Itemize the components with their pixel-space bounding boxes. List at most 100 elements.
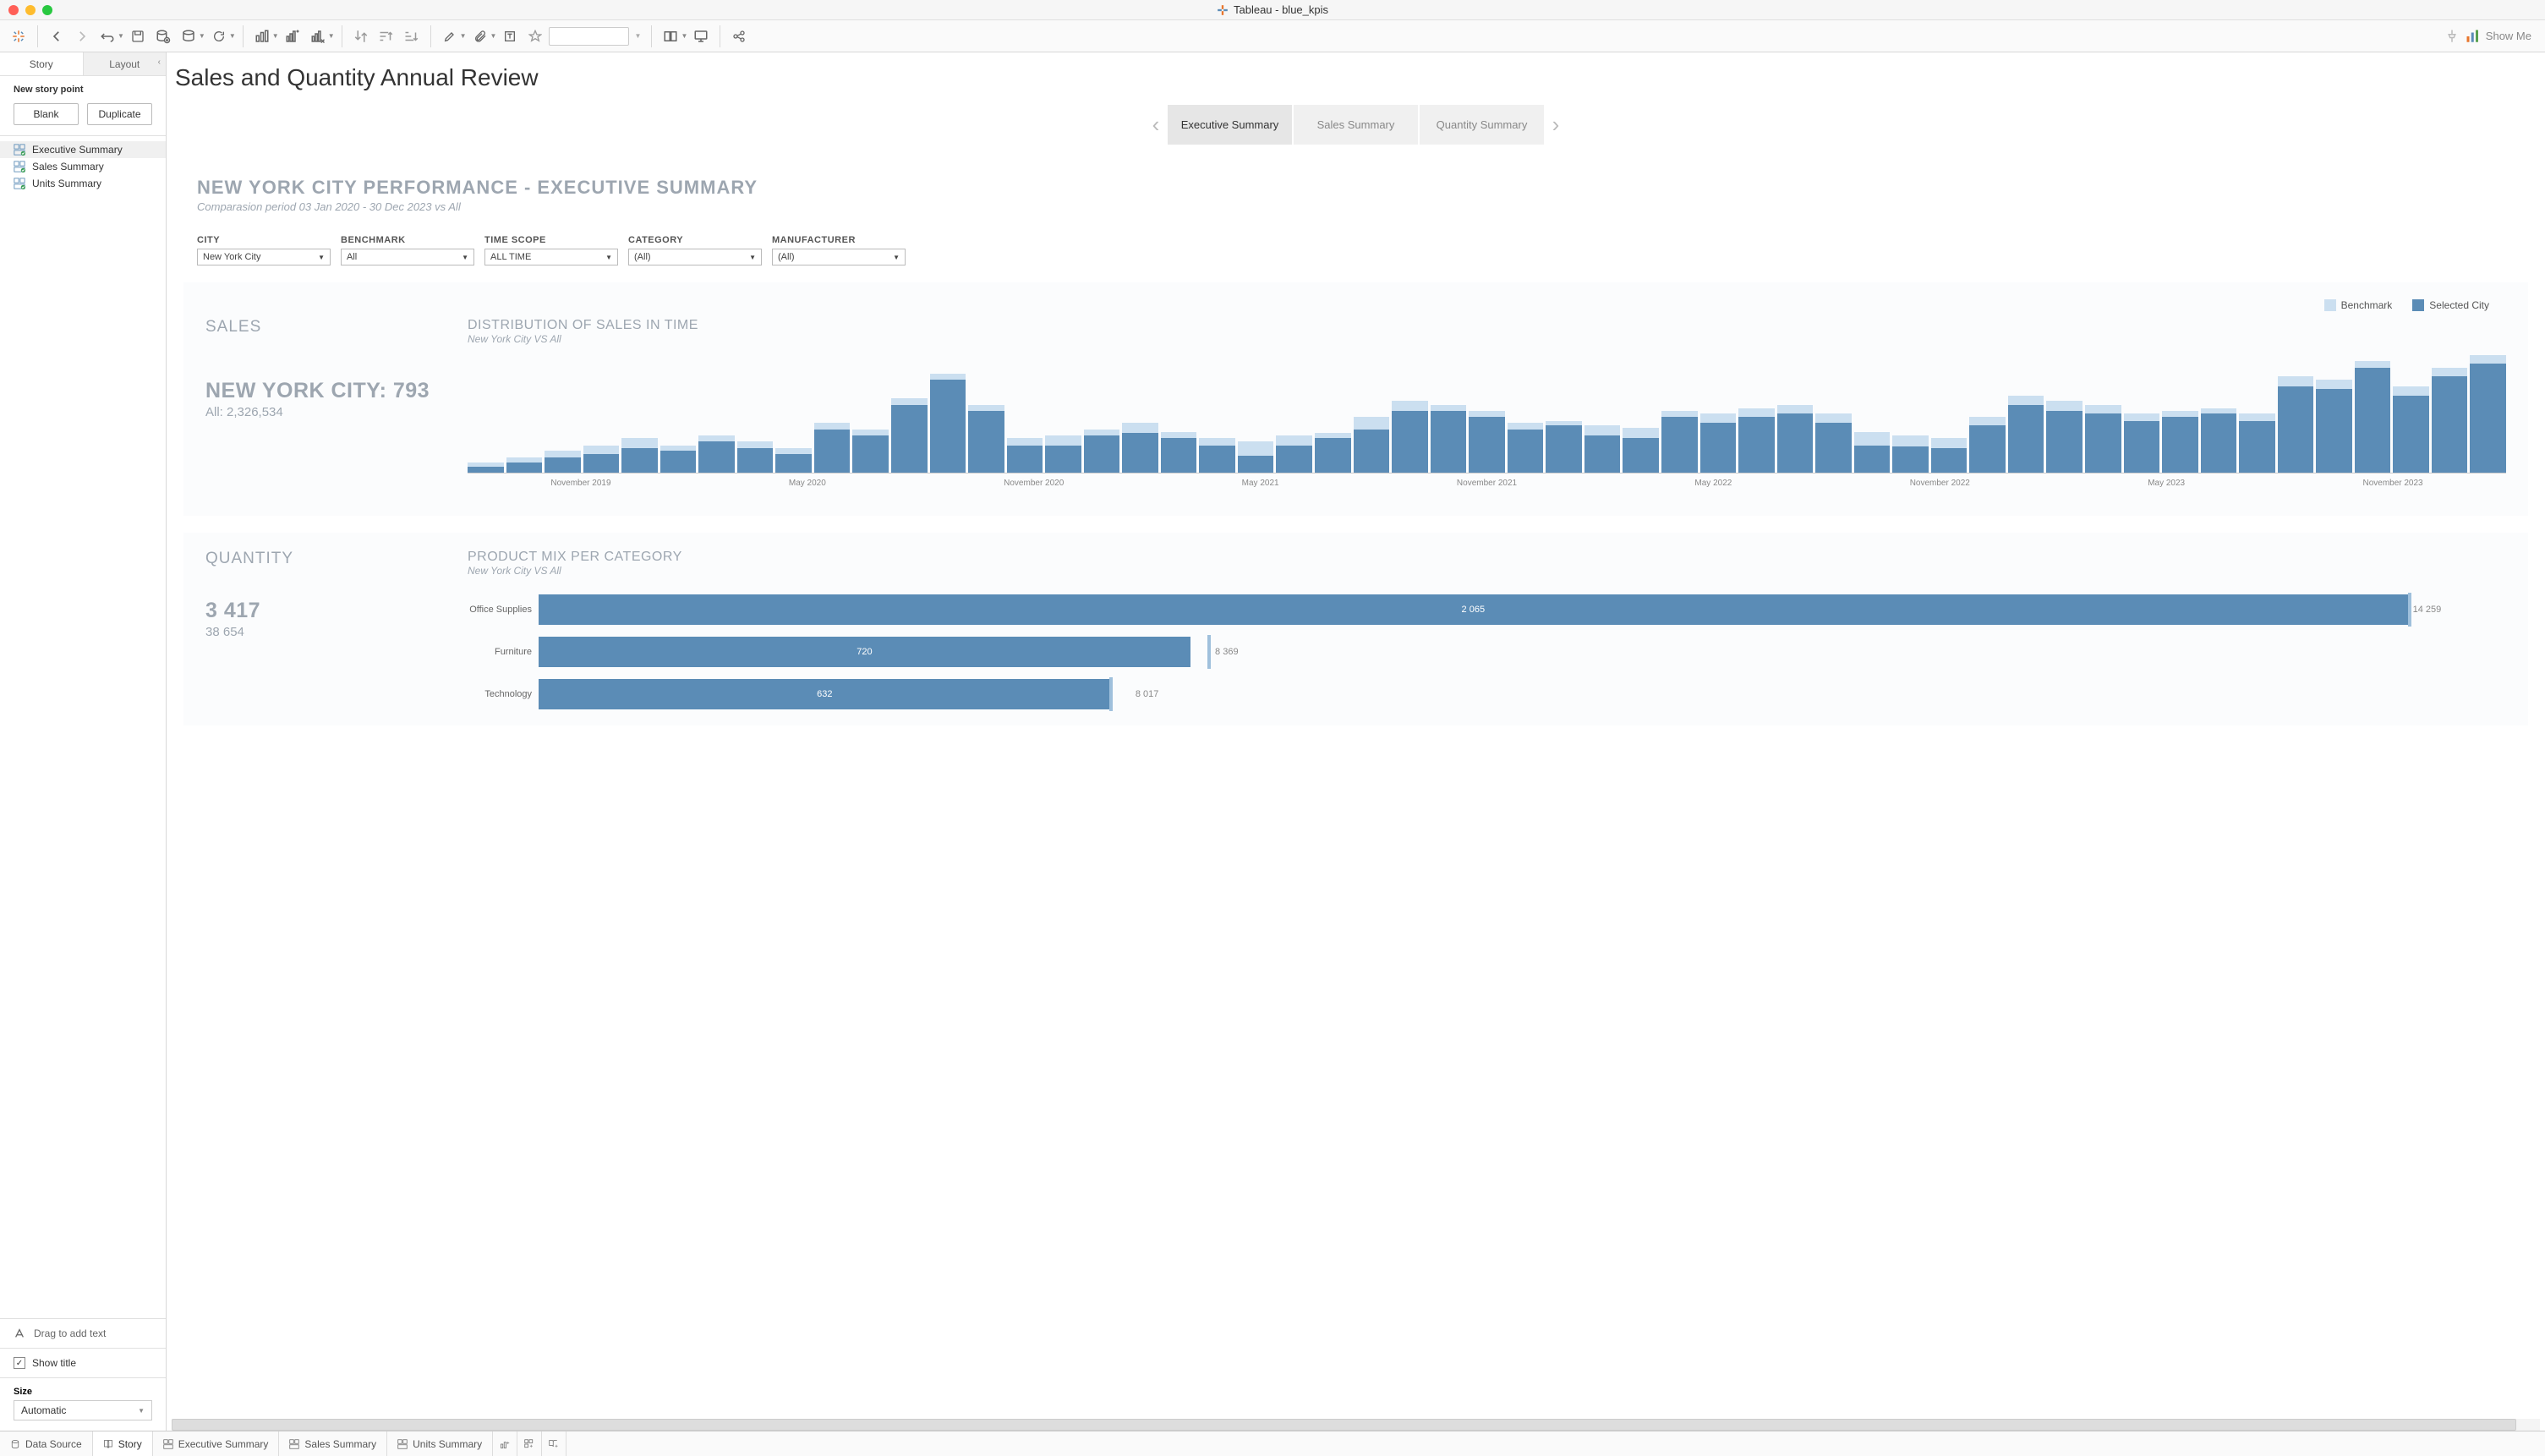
back-button[interactable] <box>45 25 68 48</box>
refresh-button[interactable] <box>207 25 231 48</box>
time-filter-label: TIME SCOPE <box>484 235 618 245</box>
main-toolbar: ▼ ▼ ▼ ▼ ▼ ▼ ▼ ▼ ▼ Show Me <box>0 20 2545 52</box>
size-select[interactable]: Automatic ▼ <box>14 1400 152 1420</box>
toolbar-search-input[interactable] <box>549 27 629 46</box>
sidebar-item-label: Executive Summary <box>32 144 123 156</box>
benchmark-filter-select[interactable]: All▼ <box>341 249 474 265</box>
bookmark-button[interactable] <box>523 25 547 48</box>
attach-button[interactable] <box>468 25 492 48</box>
search-caret[interactable]: ▼ <box>631 25 644 48</box>
sales-tab-label: Sales Summary <box>304 1438 376 1450</box>
story-icon <box>103 1439 113 1449</box>
close-window-button[interactable] <box>8 5 19 15</box>
collapse-panel-icon[interactable]: ‹ <box>158 57 161 67</box>
story-title[interactable]: Sales and Quantity Annual Review <box>167 52 2545 100</box>
story-point-sales[interactable]: Sales Summary <box>1294 105 1418 145</box>
layout-tab[interactable]: Layout <box>84 52 167 75</box>
story-sheet-tab[interactable]: Story <box>93 1431 153 1456</box>
size-label: Size <box>0 1378 166 1400</box>
undo-dropdown-caret[interactable]: ▼ <box>118 32 124 40</box>
dashboard-scroll[interactable]: NEW YORK CITY PERFORMANCE - EXECUTIVE SU… <box>167 161 2545 1419</box>
pause-data-button[interactable] <box>177 25 200 48</box>
drag-to-add-text[interactable]: Drag to add text <box>0 1318 166 1349</box>
share-button[interactable] <box>727 25 751 48</box>
new-data-button[interactable] <box>151 25 175 48</box>
exec-tab-label: Executive Summary <box>178 1438 269 1450</box>
sidebar-item-sales-summary[interactable]: Sales Summary <box>0 158 166 175</box>
new-worksheet-button[interactable] <box>250 25 274 48</box>
pause-data-caret[interactable]: ▼ <box>199 32 205 40</box>
window-title: Tableau - blue_kpis <box>1234 3 1328 16</box>
legend-benchmark[interactable]: Benchmark <box>2324 299 2393 311</box>
presentation-mode-button[interactable] <box>689 25 713 48</box>
legend-selected-city[interactable]: Selected City <box>2412 299 2489 311</box>
sidebar-item-units-summary[interactable]: Units Summary <box>0 175 166 192</box>
horizontal-scrollbar[interactable] <box>172 1419 2540 1431</box>
qty-kpi-title: QUANTITY <box>205 550 442 568</box>
text-icon <box>14 1327 25 1339</box>
clear-sheet-caret[interactable]: ▼ <box>328 32 335 40</box>
new-worksheet-caret[interactable]: ▼ <box>272 32 279 40</box>
show-me-button[interactable]: Show Me <box>2466 29 2538 44</box>
sort-asc-button[interactable] <box>375 25 398 48</box>
size-value: Automatic <box>21 1404 66 1416</box>
exec-summary-tab[interactable]: Executive Summary <box>153 1431 280 1456</box>
units-tab-label: Units Summary <box>413 1438 482 1450</box>
text-button[interactable] <box>498 25 522 48</box>
units-summary-tab[interactable]: Units Summary <box>387 1431 493 1456</box>
minimize-window-button[interactable] <box>25 5 36 15</box>
category-filter-value: (All) <box>634 252 651 262</box>
highlight-button[interactable] <box>438 25 462 48</box>
duplicate-sheet-button[interactable] <box>281 25 304 48</box>
zoom-window-button[interactable] <box>42 5 52 15</box>
new-dashboard-icon <box>524 1439 534 1449</box>
category-filter-select[interactable]: (All)▼ <box>628 249 762 265</box>
save-button[interactable] <box>126 25 150 48</box>
manufacturer-filter-select[interactable]: (All)▼ <box>772 249 906 265</box>
show-title-checkbox[interactable]: ✓ <box>14 1357 25 1369</box>
dashboard-icon <box>14 178 25 189</box>
new-dashboard-tab[interactable] <box>517 1431 542 1456</box>
story-point-quantity[interactable]: Quantity Summary <box>1420 105 1544 145</box>
dashboard-icon <box>163 1439 173 1449</box>
attach-caret[interactable]: ▼ <box>490 32 497 40</box>
sales-time-chart[interactable]: November 2019May 2020November 2020May 20… <box>468 355 2506 499</box>
swap-button[interactable] <box>349 25 373 48</box>
duplicate-button[interactable]: Duplicate <box>87 103 152 125</box>
new-story-point-label: New story point <box>0 76 166 103</box>
refresh-caret[interactable]: ▼ <box>229 32 236 40</box>
sales-kpi-sub: All: 2,326,534 <box>205 405 442 419</box>
tableau-app-icon <box>1217 4 1229 16</box>
new-story-tab[interactable] <box>542 1431 566 1456</box>
story-prev-button[interactable]: ‹ <box>1146 112 1166 138</box>
tableau-logo-icon[interactable] <box>7 25 30 48</box>
story-point-executive[interactable]: Executive Summary <box>1168 105 1292 145</box>
quantity-section: QUANTITY 3 417 38 654 PRODUCT MIX PER CA… <box>183 533 2528 725</box>
forward-button[interactable] <box>70 25 94 48</box>
clear-sheet-button[interactable] <box>306 25 330 48</box>
dashboard-icon <box>397 1439 408 1449</box>
dashboard-heading: NEW YORK CITY PERFORMANCE - EXECUTIVE SU… <box>197 177 2515 199</box>
story-tab[interactable]: Story <box>0 52 84 75</box>
story-tab-label: Story <box>118 1438 142 1450</box>
fit-button[interactable] <box>659 25 682 48</box>
city-filter-select[interactable]: New York City▼ <box>197 249 331 265</box>
blank-button[interactable]: Blank <box>14 103 79 125</box>
category-filter-label: CATEGORY <box>628 235 762 245</box>
story-next-button[interactable]: › <box>1546 112 1566 138</box>
data-source-tab[interactable]: Data Source <box>0 1431 93 1456</box>
datasource-icon <box>10 1439 20 1449</box>
sort-desc-button[interactable] <box>400 25 424 48</box>
undo-button[interactable] <box>96 25 119 48</box>
sales-summary-tab[interactable]: Sales Summary <box>279 1431 387 1456</box>
time-filter-select[interactable]: ALL TIME▼ <box>484 249 618 265</box>
fit-caret[interactable]: ▼ <box>681 32 687 40</box>
sales-kpi-title: SALES <box>205 318 442 337</box>
highlight-caret[interactable]: ▼ <box>460 32 467 40</box>
dashboard-icon <box>14 161 25 172</box>
sales-chart-sub: New York City VS All <box>468 333 2506 345</box>
product-mix-chart[interactable]: Office Supplies2 06514 259Furniture7208 … <box>468 592 2506 712</box>
sidebar-item-executive-summary[interactable]: Executive Summary <box>0 141 166 158</box>
pin-button[interactable] <box>2440 25 2464 48</box>
new-worksheet-tab[interactable] <box>493 1431 517 1456</box>
